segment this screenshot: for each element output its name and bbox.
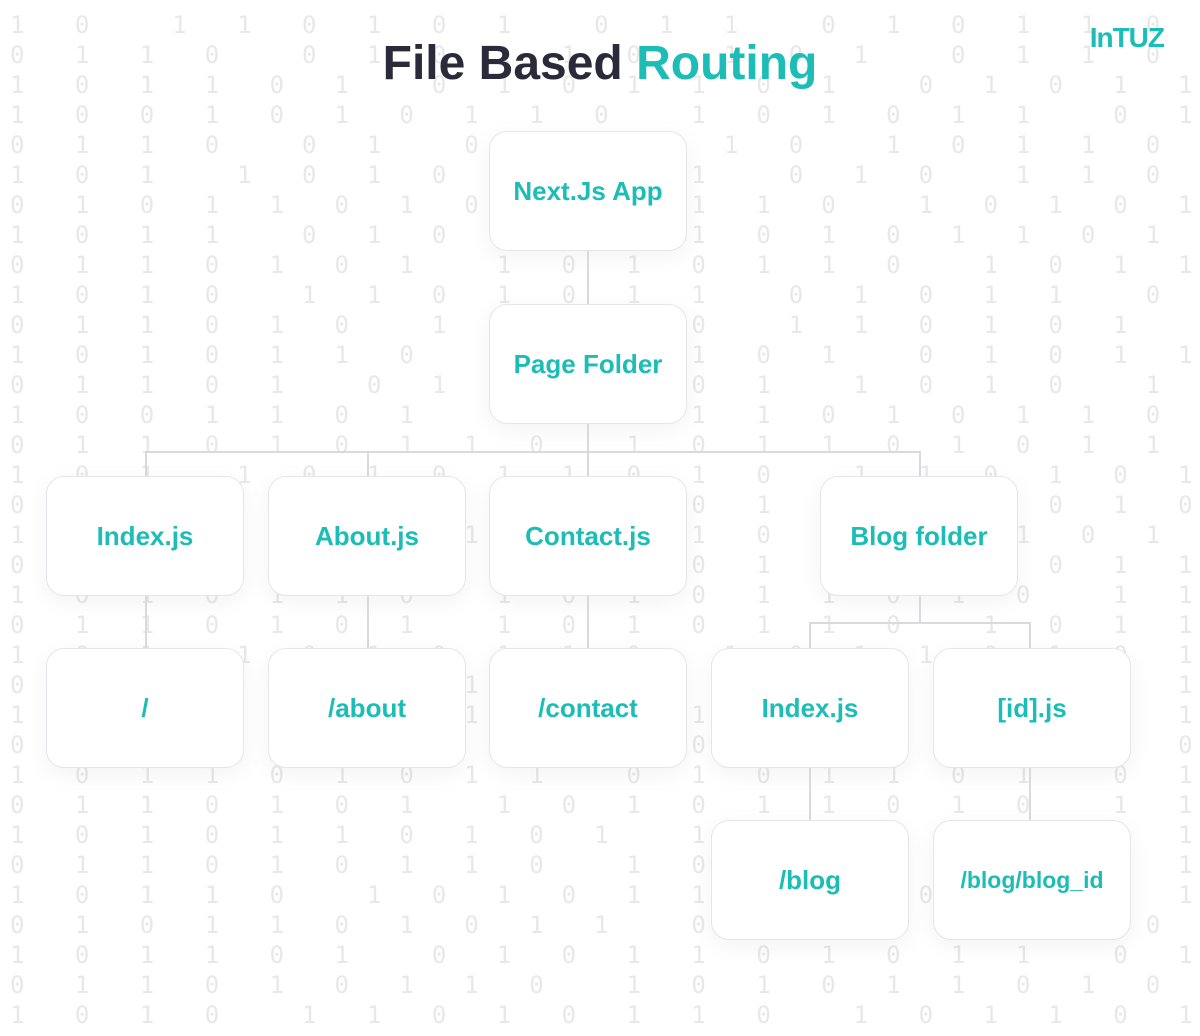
title-part-1: File Based <box>383 37 636 90</box>
node-page-folder: Page Folder <box>489 304 687 424</box>
connector <box>145 451 147 476</box>
connector <box>919 596 921 623</box>
page-title: File Based Routing <box>0 0 1200 91</box>
node-index-js: Index.js <box>46 476 244 596</box>
node-route-about: /about <box>268 648 466 768</box>
connector <box>1029 622 1031 648</box>
connector <box>1029 768 1031 820</box>
connector <box>809 768 811 820</box>
connector <box>587 424 589 451</box>
node-route-blog: /blog <box>711 820 909 940</box>
connector <box>587 596 589 648</box>
connector <box>587 451 589 476</box>
connector <box>145 451 921 453</box>
brand-logo: InTUZ <box>1090 22 1164 54</box>
connector <box>145 596 147 648</box>
node-nextjs-app: Next.Js App <box>489 131 687 251</box>
node-contact-js: Contact.js <box>489 476 687 596</box>
connector <box>367 451 369 476</box>
title-part-2: Routing <box>636 37 817 90</box>
connector <box>809 622 811 648</box>
node-blog-index-js: Index.js <box>711 648 909 768</box>
node-route-root: / <box>46 648 244 768</box>
connector <box>587 251 589 304</box>
connector <box>809 622 1031 624</box>
connector <box>367 596 369 648</box>
node-blog-id-js: [id].js <box>933 648 1131 768</box>
node-blog-folder: Blog folder <box>820 476 1018 596</box>
node-about-js: About.js <box>268 476 466 596</box>
node-route-blog-id: /blog/blog_id <box>933 820 1131 940</box>
connector <box>919 451 921 476</box>
node-route-contact: /contact <box>489 648 687 768</box>
